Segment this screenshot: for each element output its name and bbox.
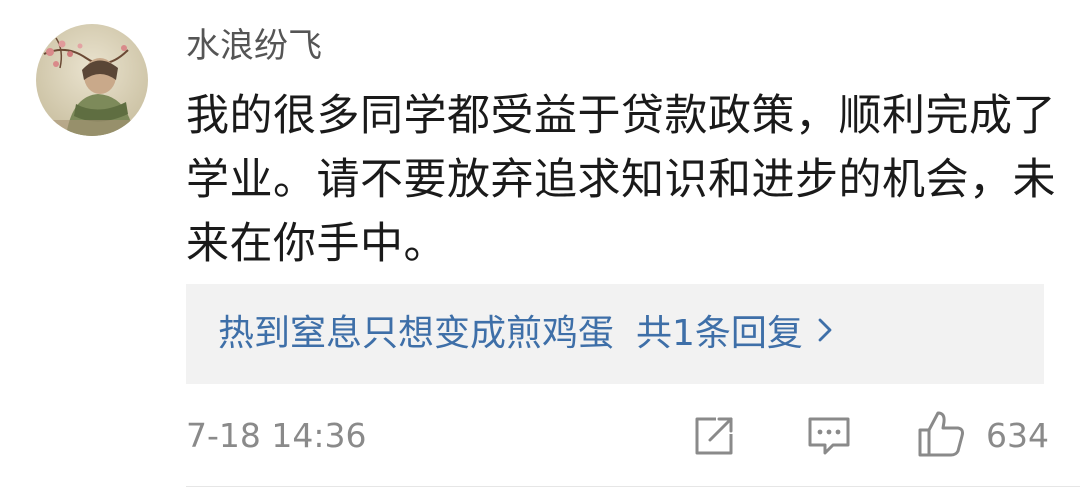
username[interactable]: 水浪纷飞 — [186, 22, 322, 70]
divider — [186, 486, 1080, 487]
comment-timestamp: 7-18 14:36 — [186, 416, 367, 455]
thumbs-up-icon — [918, 411, 964, 457]
reply-preview-text: 热到窒息只想变成煎鸡蛋 共1条回复 — [218, 310, 833, 358]
comment-button[interactable] — [805, 412, 853, 460]
comment-text: 我的很多同学都受益于贷款政策，顺利完成了学业。请不要放弃追求知识和进步的机会，未… — [186, 91, 1056, 269]
share-icon — [695, 417, 733, 455]
share-button[interactable] — [690, 412, 738, 460]
reply-author[interactable]: 热到窒息只想变成煎鸡蛋 — [218, 313, 614, 354]
reply-preview[interactable]: 热到窒息只想变成煎鸡蛋 共1条回复 — [186, 284, 1044, 384]
like-button[interactable]: 634 — [916, 408, 1049, 460]
user-avatar[interactable] — [36, 24, 148, 136]
avatar-image — [36, 24, 148, 136]
reply-count[interactable]: 共1条回复 — [636, 313, 803, 354]
comment-icon — [808, 417, 850, 455]
comment-item: 水浪纷飞 我的很多同学都受益于贷款政策，顺利完成了学业。请不要放弃追求知识和进步… — [0, 0, 1080, 504]
chevron-right-icon — [817, 308, 833, 356]
like-count: 634 — [986, 416, 1049, 455]
